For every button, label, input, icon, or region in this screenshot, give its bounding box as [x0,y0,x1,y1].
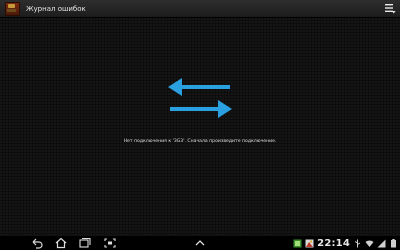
chevron-up-icon[interactable] [193,237,207,249]
wifi-icon [365,239,374,247]
action-bar: Журнал ошибок [0,0,400,18]
system-bar: 22:14 [0,235,400,250]
no-connection-message: Нет подключения к '3G3'. Сначала произве… [123,139,277,144]
signal-icon [377,239,386,247]
page-title: Журнал ошибок [26,4,86,13]
status-area: 22:14 [293,236,398,250]
home-icon[interactable] [54,237,68,249]
sync-arrows-icon [168,78,232,118]
notification-icon[interactable] [293,239,302,248]
clock: 22:14 [317,237,350,249]
chest-icon[interactable] [5,1,20,16]
usb-icon [354,239,361,247]
overflow-menu-icon[interactable] [384,3,396,14]
picture-icon[interactable] [305,239,314,248]
back-icon[interactable] [30,237,44,249]
battery-icon [391,238,396,247]
recent-apps-icon[interactable] [78,237,92,249]
screenshot-icon[interactable] [103,237,117,249]
